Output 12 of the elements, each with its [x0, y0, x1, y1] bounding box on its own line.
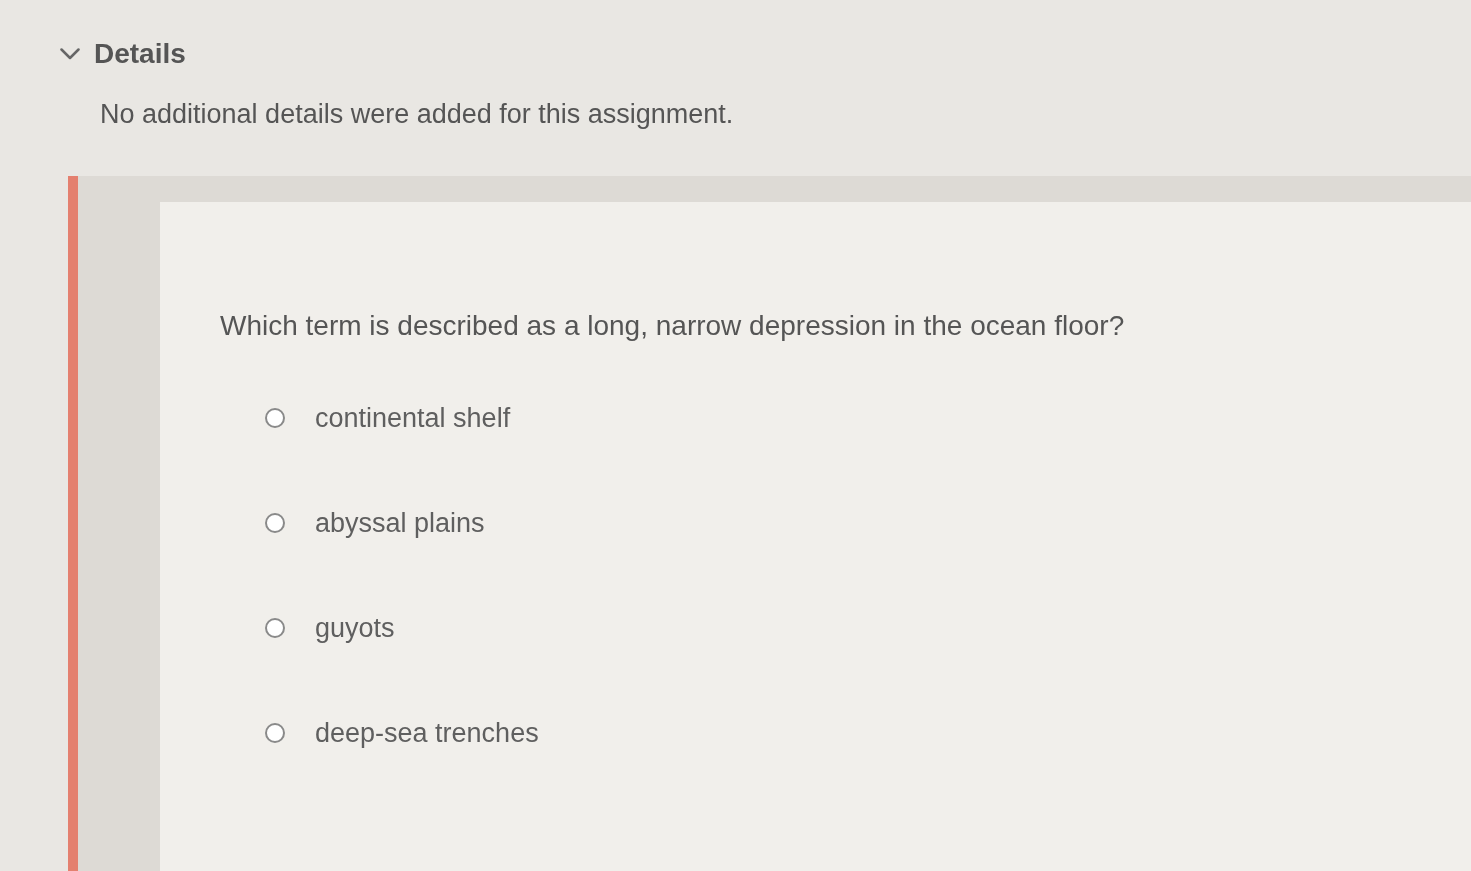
option-label[interactable]: abyssal plains	[315, 509, 485, 537]
details-text: No additional details were added for this assignment.	[100, 98, 734, 131]
details-toggle[interactable]: Details	[60, 40, 186, 68]
chevron-down-icon	[60, 48, 80, 60]
question-text: Which term is described as a long, narrow depression in the ocean floor?	[220, 308, 1125, 343]
radio-button[interactable]	[265, 513, 285, 534]
radio-button[interactable]	[265, 723, 285, 744]
radio-button[interactable]	[265, 408, 285, 429]
option-label[interactable]: continental shelf	[315, 404, 511, 432]
radio-button[interactable]	[265, 618, 285, 639]
option-label[interactable]: deep-sea trenches	[315, 719, 539, 747]
option-label[interactable]: guyots	[315, 614, 395, 642]
